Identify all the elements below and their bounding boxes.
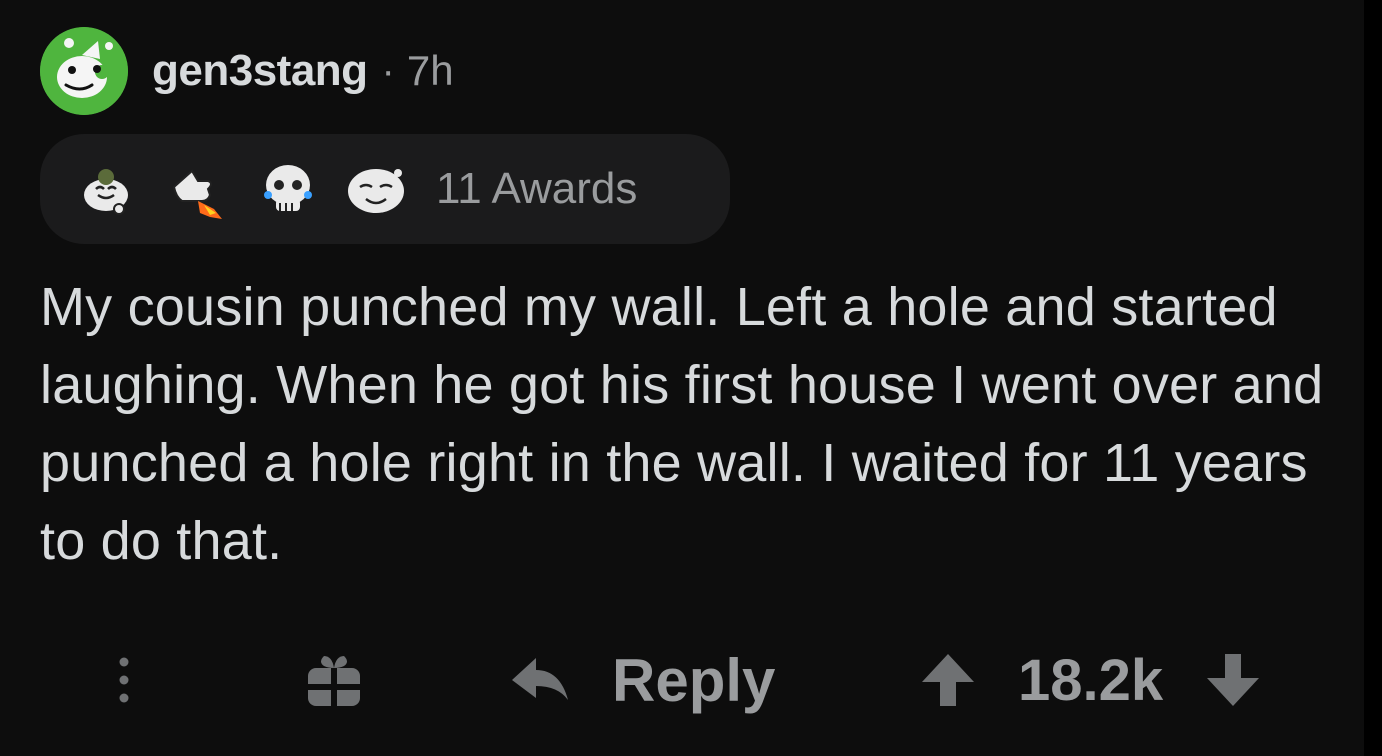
comment-header: gen3stang · 7h bbox=[40, 26, 454, 116]
reply-button[interactable]: Reply bbox=[508, 642, 775, 718]
upvote-arrow-icon bbox=[922, 654, 974, 706]
right-edge-bar bbox=[1364, 0, 1382, 756]
comment-author[interactable]: gen3stang bbox=[152, 46, 368, 96]
award-icons bbox=[74, 157, 434, 221]
comment-body: My cousin punched my wall. Left a hole a… bbox=[40, 277, 1324, 571]
snoo-avatar-icon bbox=[40, 27, 128, 115]
more-options-icon bbox=[119, 657, 129, 703]
downvote-arrow-icon bbox=[1207, 654, 1260, 706]
avatar[interactable] bbox=[40, 27, 128, 115]
score-count: 18.2k bbox=[1018, 647, 1164, 713]
vote-controls: 18.2k bbox=[916, 642, 1265, 718]
awards-count: 11 Awards bbox=[436, 164, 638, 213]
comment-age: 7h bbox=[406, 47, 454, 94]
gift-icon bbox=[308, 656, 360, 706]
reply-arrow-icon bbox=[512, 658, 568, 700]
skull-laughing-award-icon bbox=[264, 165, 312, 211]
gift-award-button[interactable] bbox=[298, 648, 370, 712]
meta-separator: · bbox=[381, 48, 395, 93]
comment-actions: Reply 18.2k bbox=[0, 634, 1364, 726]
snoo-smile-award-icon bbox=[348, 169, 404, 213]
reply-label: Reply bbox=[612, 646, 776, 714]
rocket-like-award-icon bbox=[172, 169, 222, 219]
upvote-button[interactable] bbox=[916, 648, 980, 712]
more-options-button[interactable] bbox=[104, 648, 144, 712]
downvote-button[interactable] bbox=[1201, 648, 1265, 712]
wholesome-award-icon bbox=[84, 169, 128, 215]
comment-card: gen3stang · 7h 11 Awards My cousin punch… bbox=[0, 0, 1364, 756]
awards-bar[interactable]: 11 Awards bbox=[40, 134, 730, 244]
